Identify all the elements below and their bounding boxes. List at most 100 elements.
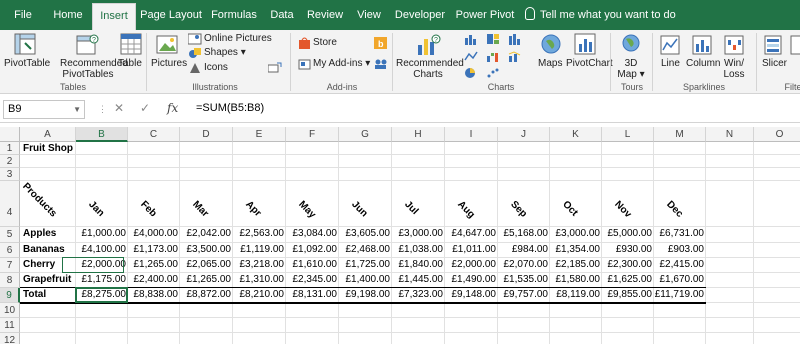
waterfall-chart-icon[interactable]	[486, 50, 500, 62]
data-cell[interactable]: £8,872.00	[180, 289, 233, 300]
sparkline-column-button[interactable]: Column	[686, 58, 720, 69]
data-cell[interactable]: £930.00	[602, 244, 654, 255]
column-header-h[interactable]: H	[392, 127, 445, 142]
formula-input[interactable]: =SUM(B5:B8)	[196, 102, 264, 114]
row-header-9[interactable]: 9	[0, 288, 20, 303]
row-header-5[interactable]: 5	[0, 227, 20, 243]
column-header-o[interactable]: O	[754, 127, 800, 142]
column-header-a[interactable]: A	[20, 127, 76, 142]
data-cell[interactable]: £9,855.00	[602, 289, 654, 300]
select-all-corner[interactable]	[0, 127, 20, 142]
tab-formulas[interactable]: Formulas	[208, 0, 260, 30]
column-header-e[interactable]: E	[233, 127, 286, 142]
tab-data[interactable]: Data	[266, 0, 298, 30]
row-header-1[interactable]: 1	[0, 142, 20, 155]
tab-developer[interactable]: Developer	[392, 0, 448, 30]
data-cell[interactable]: £1,175.00	[76, 274, 128, 285]
online-pictures-button[interactable]: Online Pictures	[204, 33, 272, 44]
tab-review[interactable]: Review	[304, 0, 346, 30]
recommended-pivottables-button[interactable]: Recommended PivotTables	[60, 58, 128, 80]
tab-view[interactable]: View	[352, 0, 386, 30]
row-header-11[interactable]: 11	[0, 318, 20, 333]
data-cell[interactable]: £2,300.00	[602, 259, 654, 270]
data-cell[interactable]: £6,731.00	[654, 228, 706, 239]
pie-chart-icon[interactable]	[464, 67, 478, 79]
data-cell[interactable]: £8,131.00	[286, 289, 339, 300]
row-header-2[interactable]: 2	[0, 155, 20, 168]
row-header-6[interactable]: 6	[0, 243, 20, 258]
sparkline-line-button[interactable]: Line	[661, 58, 680, 69]
data-cell[interactable]: £2,000.00	[445, 259, 498, 270]
row-header-7[interactable]: 7	[0, 258, 20, 273]
data-cell[interactable]: £1,445.00	[392, 274, 445, 285]
data-cell[interactable]: £2,468.00	[339, 244, 392, 255]
column-header-d[interactable]: D	[180, 127, 233, 142]
data-cell[interactable]: £9,757.00	[498, 289, 550, 300]
data-cell[interactable]: £3,000.00	[550, 228, 602, 239]
data-cell[interactable]: £2,070.00	[498, 259, 550, 270]
line-chart-icon[interactable]	[464, 50, 478, 62]
cancel-icon[interactable]: ✕	[114, 101, 124, 115]
data-cell[interactable]: £4,000.00	[128, 228, 180, 239]
row-header-12[interactable]: 12	[0, 333, 20, 344]
name-box[interactable]: B9 ▼	[3, 100, 85, 119]
column-header-b[interactable]: B	[76, 127, 128, 142]
data-cell[interactable]: £1,265.00	[128, 259, 180, 270]
data-cell[interactable]: £1,400.00	[339, 274, 392, 285]
data-cell[interactable]: £4,647.00	[445, 228, 498, 239]
data-cell[interactable]: £3,218.00	[233, 259, 286, 270]
data-cell[interactable]: £9,148.00	[445, 289, 498, 300]
data-cell[interactable]: £1,580.00	[550, 274, 602, 285]
data-cell[interactable]: £2,563.00	[233, 228, 286, 239]
data-cell[interactable]: £1,000.00	[76, 228, 128, 239]
row-header-3[interactable]: 3	[0, 168, 20, 181]
data-cell[interactable]: £2,185.00	[550, 259, 602, 270]
tab-page-layout[interactable]: Page Layout	[140, 0, 202, 30]
data-cell[interactable]: £1,173.00	[128, 244, 180, 255]
3d-map-button[interactable]: 3D Map ▾	[616, 58, 646, 80]
data-cell[interactable]: £4,100.00	[76, 244, 128, 255]
data-cell[interactable]: £2,415.00	[654, 259, 706, 270]
data-cell[interactable]: £1,535.00	[498, 274, 550, 285]
chevron-down-icon[interactable]: ▼	[73, 101, 81, 118]
pivotchart-button[interactable]: PivotChart	[566, 58, 613, 69]
data-cell[interactable]: £7,323.00	[392, 289, 445, 300]
tab-insert[interactable]: Insert	[92, 3, 136, 30]
store-button[interactable]: Store	[313, 37, 337, 48]
data-cell[interactable]: £903.00	[654, 244, 706, 255]
column-header-k[interactable]: K	[550, 127, 602, 142]
data-cell[interactable]: £3,000.00	[392, 228, 445, 239]
people-graph-icon[interactable]	[374, 58, 388, 70]
data-cell[interactable]: £1,490.00	[445, 274, 498, 285]
bing-icon[interactable]: b	[374, 37, 388, 49]
combo-chart-icon[interactable]	[508, 50, 522, 62]
shapes-button[interactable]: Shapes ▾	[204, 47, 246, 58]
pictures-button[interactable]: Pictures	[151, 58, 187, 69]
data-cell[interactable]: £1,670.00	[654, 274, 706, 285]
column-header-m[interactable]: M	[654, 127, 706, 142]
data-cell[interactable]: £2,065.00	[180, 259, 233, 270]
column-header-j[interactable]: J	[498, 127, 550, 142]
data-cell[interactable]: £1,610.00	[286, 259, 339, 270]
data-cell[interactable]: £984.00	[498, 244, 550, 255]
recommended-charts-button[interactable]: Recommended Charts	[396, 58, 464, 80]
screenshot-icon[interactable]	[268, 62, 282, 74]
insert-function-icon[interactable]: fx	[167, 101, 178, 115]
data-cell[interactable]: £8,119.00	[550, 289, 602, 300]
data-cell[interactable]: £2,400.00	[128, 274, 180, 285]
data-cell[interactable]: £1,119.00	[233, 244, 286, 255]
pivottable-button[interactable]: PivotTable	[4, 58, 50, 69]
data-cell[interactable]: £3,084.00	[286, 228, 339, 239]
row-header-8[interactable]: 8	[0, 273, 20, 288]
data-cell[interactable]: £1,310.00	[233, 274, 286, 285]
table-button[interactable]: Table	[118, 58, 142, 69]
my-addins-button[interactable]: My Add-ins ▾	[313, 58, 370, 69]
maps-button[interactable]: Maps	[538, 58, 562, 69]
tell-me-box[interactable]: Tell me what you want to do	[525, 0, 676, 30]
data-cell[interactable]: £3,605.00	[339, 228, 392, 239]
data-cell[interactable]: £5,168.00	[498, 228, 550, 239]
column-header-n[interactable]: N	[706, 127, 754, 142]
data-cell[interactable]: £9,198.00	[339, 289, 392, 300]
row-header-10[interactable]: 10	[0, 303, 20, 318]
column-header-l[interactable]: L	[602, 127, 654, 142]
